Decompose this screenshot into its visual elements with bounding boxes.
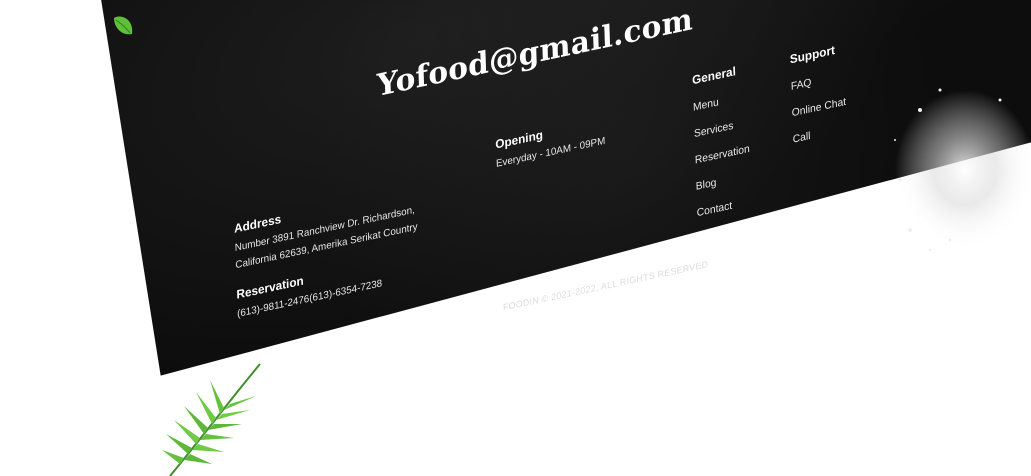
leaf-icon [114, 16, 133, 35]
footer-link-blog[interactable]: Blog [696, 169, 751, 193]
support-column: Support FAQ Online Chat Call [790, 41, 848, 160]
footer-overlay: Yofood@gmail.com Address Number 3891 Ran… [0, 0, 1031, 476]
page-canvas: Yofood@gmail.com Address Number 3891 Ran… [0, 0, 1031, 476]
footer-link-online-chat[interactable]: Online Chat [792, 96, 847, 120]
support-title: Support [789, 42, 836, 67]
general-column: General Menu Services Reservation Blog C… [692, 62, 752, 234]
address-block: Address Number 3891 Ranchview Dr. Richar… [234, 183, 418, 274]
footer-content: Yofood@gmail.com Address Number 3891 Ran… [230, 0, 925, 414]
footer-link-services[interactable]: Services [694, 116, 749, 141]
general-title: General [691, 63, 737, 88]
footer-link-faq[interactable]: FAQ [791, 69, 846, 93]
footer-link-contact[interactable]: Contact [697, 195, 752, 220]
flour-dust-decoration [894, 88, 1030, 252]
contact-email[interactable]: Yofood@gmail.com [376, 2, 693, 105]
copyright-text: FOODIN © 2021-2022, ALL RIGHTS RESERVED [502, 258, 709, 313]
footer-link-menu[interactable]: Menu [693, 90, 748, 114]
fern-icon [162, 363, 261, 476]
opening-block: Opening Everyday - 10AM - 09PM [495, 114, 606, 173]
footer-link-reservation[interactable]: Reservation [695, 143, 750, 167]
footer-link-call[interactable]: Call [793, 122, 848, 146]
